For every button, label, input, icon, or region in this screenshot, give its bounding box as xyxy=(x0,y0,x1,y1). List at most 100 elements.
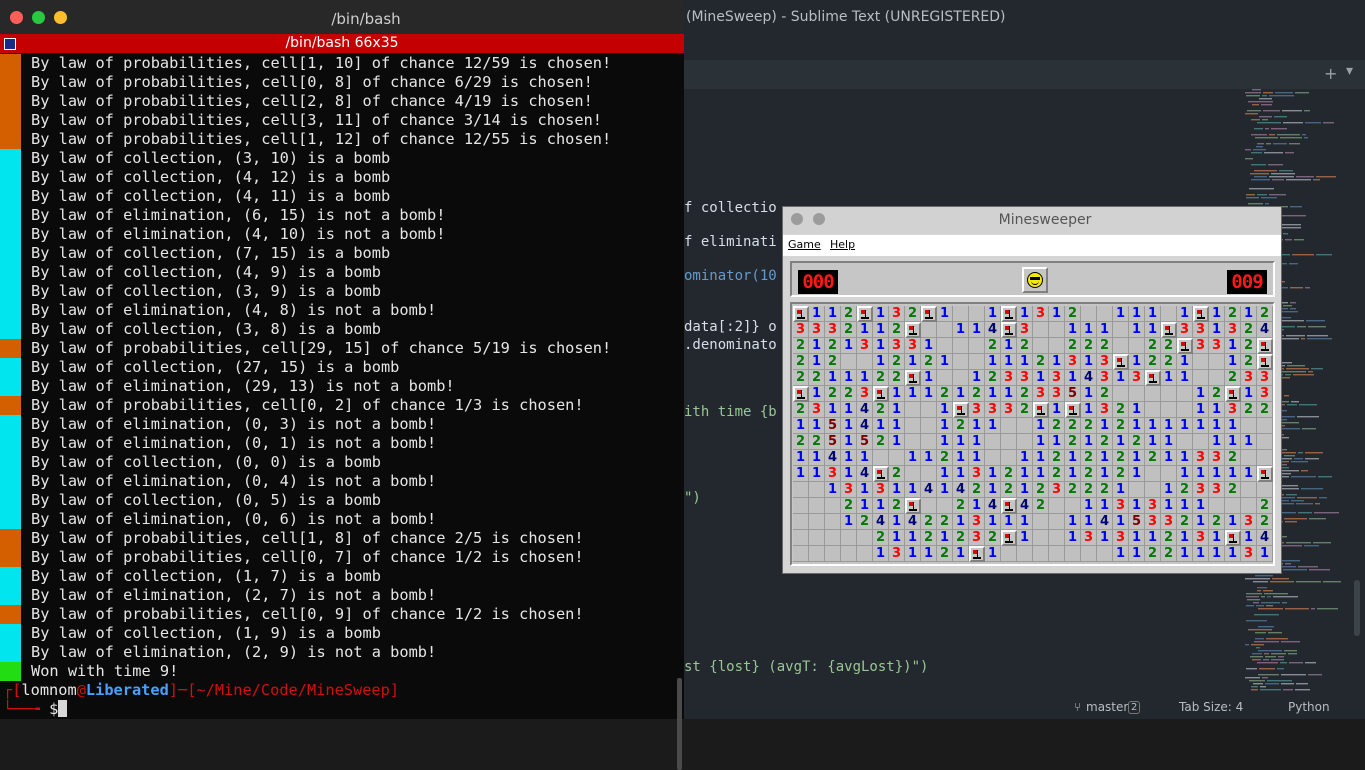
number-cell[interactable]: 3 xyxy=(1065,354,1081,370)
number-cell[interactable]: 2 xyxy=(809,370,825,386)
number-cell[interactable]: 1 xyxy=(985,418,1001,434)
menu-game[interactable]: Game xyxy=(788,238,821,251)
flag-cell[interactable] xyxy=(905,322,921,338)
number-cell[interactable]: 1 xyxy=(1241,466,1257,482)
empty-cell[interactable] xyxy=(953,306,969,322)
flag-cell[interactable] xyxy=(857,306,873,322)
empty-cell[interactable] xyxy=(1241,498,1257,514)
empty-cell[interactable] xyxy=(809,498,825,514)
number-cell[interactable]: 1 xyxy=(937,530,953,546)
empty-cell[interactable] xyxy=(1209,370,1225,386)
number-cell[interactable]: 1 xyxy=(1113,306,1129,322)
number-cell[interactable]: 1 xyxy=(1017,514,1033,530)
number-cell[interactable]: 1 xyxy=(1145,322,1161,338)
number-cell[interactable]: 3 xyxy=(1241,546,1257,562)
number-cell[interactable]: 4 xyxy=(985,322,1001,338)
number-cell[interactable]: 1 xyxy=(809,466,825,482)
number-cell[interactable]: 1 xyxy=(1209,418,1225,434)
number-cell[interactable]: 2 xyxy=(1097,386,1113,402)
empty-cell[interactable] xyxy=(937,370,953,386)
number-cell[interactable]: 1 xyxy=(1097,498,1113,514)
number-cell[interactable]: 4 xyxy=(985,498,1001,514)
minesweeper-titlebar[interactable]: Minesweeper xyxy=(783,207,1281,233)
number-cell[interactable]: 1 xyxy=(1129,530,1145,546)
number-cell[interactable]: 1 xyxy=(1129,418,1145,434)
empty-cell[interactable] xyxy=(905,466,921,482)
number-cell[interactable]: 4 xyxy=(873,514,889,530)
number-cell[interactable]: 2 xyxy=(953,418,969,434)
flag-cell[interactable] xyxy=(1065,402,1081,418)
number-cell[interactable]: 1 xyxy=(857,370,873,386)
number-cell[interactable]: 1 xyxy=(1113,434,1129,450)
number-cell[interactable]: 1 xyxy=(921,546,937,562)
syntax-selector[interactable]: Python xyxy=(1288,700,1330,714)
number-cell[interactable]: 3 xyxy=(873,482,889,498)
flag-cell[interactable] xyxy=(1225,386,1241,402)
number-cell[interactable]: 1 xyxy=(969,434,985,450)
number-cell[interactable]: 3 xyxy=(889,306,905,322)
number-cell[interactable]: 1 xyxy=(1065,322,1081,338)
number-cell[interactable]: 1 xyxy=(1177,370,1193,386)
number-cell[interactable]: 1 xyxy=(857,450,873,466)
number-cell[interactable]: 2 xyxy=(937,386,953,402)
number-cell[interactable]: 4 xyxy=(857,418,873,434)
number-cell[interactable]: 1 xyxy=(953,434,969,450)
number-cell[interactable]: 3 xyxy=(1097,370,1113,386)
number-cell[interactable]: 1 xyxy=(1017,450,1033,466)
empty-cell[interactable] xyxy=(1241,418,1257,434)
empty-cell[interactable] xyxy=(953,370,969,386)
number-cell[interactable]: 2 xyxy=(1225,370,1241,386)
empty-cell[interactable] xyxy=(1177,434,1193,450)
number-cell[interactable]: 2 xyxy=(1145,354,1161,370)
number-cell[interactable]: 2 xyxy=(1017,338,1033,354)
number-cell[interactable]: 1 xyxy=(1081,514,1097,530)
number-cell[interactable]: 1 xyxy=(953,546,969,562)
number-cell[interactable]: 3 xyxy=(1193,322,1209,338)
number-cell[interactable]: 1 xyxy=(1049,354,1065,370)
number-cell[interactable]: 2 xyxy=(1161,530,1177,546)
number-cell[interactable]: 2 xyxy=(793,338,809,354)
empty-cell[interactable] xyxy=(809,514,825,530)
number-cell[interactable]: 1 xyxy=(1097,450,1113,466)
empty-cell[interactable] xyxy=(1081,306,1097,322)
number-cell[interactable]: 2 xyxy=(1113,450,1129,466)
number-cell[interactable]: 2 xyxy=(1033,354,1049,370)
empty-cell[interactable] xyxy=(921,434,937,450)
number-cell[interactable]: 1 xyxy=(1209,546,1225,562)
number-cell[interactable]: 1 xyxy=(1081,434,1097,450)
number-cell[interactable]: 2 xyxy=(1065,482,1081,498)
number-cell[interactable]: 2 xyxy=(1257,498,1273,514)
empty-cell[interactable] xyxy=(937,322,953,338)
number-cell[interactable]: 1 xyxy=(1209,530,1225,546)
number-cell[interactable]: 2 xyxy=(1257,402,1273,418)
empty-cell[interactable] xyxy=(985,434,1001,450)
number-cell[interactable]: 1 xyxy=(969,498,985,514)
number-cell[interactable]: 1 xyxy=(921,450,937,466)
empty-cell[interactable] xyxy=(793,498,809,514)
number-cell[interactable]: 1 xyxy=(873,322,889,338)
number-cell[interactable]: 4 xyxy=(1257,530,1273,546)
number-cell[interactable]: 1 xyxy=(1097,322,1113,338)
number-cell[interactable]: 2 xyxy=(1017,402,1033,418)
empty-cell[interactable] xyxy=(841,546,857,562)
number-cell[interactable]: 2 xyxy=(937,546,953,562)
empty-cell[interactable] xyxy=(809,546,825,562)
flag-cell[interactable] xyxy=(1177,338,1193,354)
number-cell[interactable]: 3 xyxy=(1225,402,1241,418)
number-cell[interactable]: 1 xyxy=(873,338,889,354)
number-cell[interactable]: 2 xyxy=(905,306,921,322)
number-cell[interactable]: 2 xyxy=(1001,482,1017,498)
number-cell[interactable]: 2 xyxy=(1161,546,1177,562)
empty-cell[interactable] xyxy=(1049,322,1065,338)
number-cell[interactable]: 1 xyxy=(1161,498,1177,514)
empty-cell[interactable] xyxy=(1129,338,1145,354)
number-cell[interactable]: 1 xyxy=(809,338,825,354)
number-cell[interactable]: 3 xyxy=(1049,482,1065,498)
number-cell[interactable]: 1 xyxy=(1225,546,1241,562)
empty-cell[interactable] xyxy=(1097,306,1113,322)
number-cell[interactable]: 1 xyxy=(905,354,921,370)
empty-cell[interactable] xyxy=(921,498,937,514)
empty-cell[interactable] xyxy=(1001,450,1017,466)
number-cell[interactable]: 2 xyxy=(1097,434,1113,450)
chevron-down-icon[interactable]: ▾ xyxy=(1346,63,1353,79)
